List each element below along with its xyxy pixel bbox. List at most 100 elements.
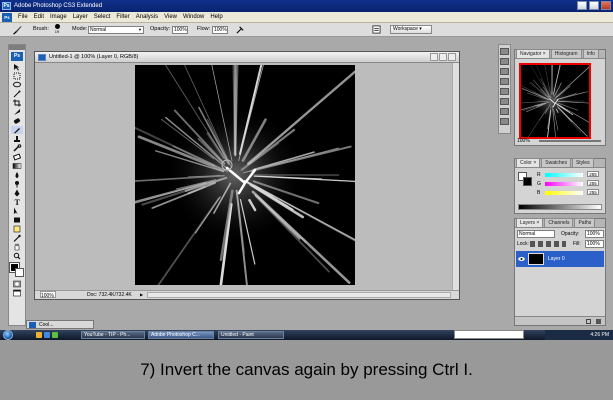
brush-preset-picker[interactable]: 19 <box>52 24 62 35</box>
document-close-button[interactable] <box>448 53 456 61</box>
app-menu-icon[interactable]: Ps <box>2 12 12 22</box>
gradient-tool-icon[interactable] <box>11 162 23 170</box>
pen-tool-icon[interactable] <box>11 189 23 197</box>
background-color-swatch[interactable] <box>15 268 24 277</box>
opacity-input[interactable]: 100% <box>172 26 188 34</box>
channel-r-value[interactable]: 255 <box>587 171 599 177</box>
document-maximize-button[interactable] <box>439 53 447 61</box>
document-title-bar[interactable]: Untitled-1 @ 100% (Layer 0, RGB/8) <box>35 52 459 63</box>
channel-r-slider[interactable] <box>545 173 583 177</box>
panel-icon[interactable] <box>500 58 509 65</box>
foreground-background-colors[interactable] <box>9 262 24 277</box>
canvas[interactable] <box>135 65 355 285</box>
minimized-window[interactable]: Cool... <box>26 320 94 329</box>
minimize-button[interactable] <box>577 1 587 10</box>
tab-swatches[interactable]: Swatches <box>541 158 571 167</box>
new-layer-icon[interactable] <box>586 319 591 324</box>
quick-launch-icon[interactable] <box>52 332 58 338</box>
eye-icon[interactable] <box>518 256 525 262</box>
airbrush-icon[interactable] <box>236 25 245 34</box>
navigator-thumbnail[interactable] <box>519 63 591 139</box>
tab-channels[interactable]: Channels <box>544 218 574 227</box>
zoom-level[interactable]: 100% <box>40 291 56 299</box>
flow-input[interactable]: 100% <box>212 26 228 34</box>
menu-file[interactable]: File <box>15 12 31 23</box>
tab-info[interactable]: Info <box>582 49 599 58</box>
channel-b-value[interactable]: 255 <box>587 189 599 195</box>
start-button[interactable] <box>3 330 13 340</box>
quick-mask-icon[interactable] <box>11 280 23 288</box>
panel-icon[interactable] <box>500 48 509 55</box>
tab-color[interactable]: Color × <box>516 158 541 167</box>
close-button[interactable] <box>601 1 611 10</box>
tab-navigator[interactable]: Navigator × <box>516 49 550 58</box>
lasso-tool-icon[interactable] <box>11 81 23 89</box>
menu-edit[interactable]: Edit <box>31 12 47 23</box>
layer-row[interactable]: Layer 0 <box>516 251 604 267</box>
type-tool-icon[interactable]: T <box>11 198 23 206</box>
healing-brush-tool-icon[interactable] <box>11 117 23 125</box>
vertical-scrollbar[interactable] <box>452 63 459 292</box>
shape-tool-icon[interactable] <box>11 216 23 224</box>
eraser-tool-icon[interactable] <box>11 153 23 161</box>
slice-tool-icon[interactable] <box>11 108 23 116</box>
layer-opacity-input[interactable]: 100% <box>585 230 604 238</box>
blend-mode-select[interactable]: Normal <box>517 230 555 238</box>
menu-analysis[interactable]: Analysis <box>133 12 161 23</box>
panel-icon[interactable] <box>500 78 509 85</box>
taskbar-item[interactable]: YouTube - TIP - Ph... <box>81 331 145 339</box>
menu-select[interactable]: Select <box>91 12 114 23</box>
crop-tool-icon[interactable] <box>11 99 23 107</box>
panel-icon[interactable] <box>500 98 509 105</box>
menu-image[interactable]: Image <box>47 12 70 23</box>
mode-select[interactable]: Normal ▼ <box>88 26 144 34</box>
quick-launch-icon[interactable] <box>36 332 42 338</box>
notes-tool-icon[interactable] <box>11 225 23 233</box>
workspace-button[interactable]: Workspace ▾ <box>390 25 432 34</box>
move-tool-icon[interactable] <box>11 63 23 71</box>
horizontal-scrollbar[interactable] <box>147 292 451 298</box>
taskbar-search-input[interactable] <box>454 330 524 339</box>
tab-layers[interactable]: Layers × <box>516 218 544 227</box>
tab-histogram[interactable]: Histogram <box>550 49 582 58</box>
path-selection-tool-icon[interactable] <box>11 207 23 215</box>
document-minimize-button[interactable] <box>430 53 438 61</box>
tab-paths[interactable]: Paths <box>574 218 596 227</box>
brush-tool-panel-icon[interactable] <box>11 126 23 134</box>
navigator-zoom[interactable]: 100% <box>517 138 530 144</box>
taskbar-item-active[interactable]: Adobe Photoshop C... <box>148 331 214 339</box>
maximize-button[interactable] <box>589 1 599 10</box>
channel-b-slider[interactable] <box>545 191 583 195</box>
trash-icon[interactable] <box>596 319 601 324</box>
clone-stamp-tool-icon[interactable] <box>11 135 23 143</box>
panel-icon[interactable] <box>500 108 509 115</box>
tools-panel-header[interactable] <box>9 45 25 50</box>
panel-icon[interactable] <box>500 88 509 95</box>
history-brush-tool-icon[interactable] <box>11 144 23 152</box>
taskbar-item[interactable]: Untitled - Paint <box>218 331 284 339</box>
channel-g-slider[interactable] <box>545 182 583 186</box>
color-panel-background-swatch[interactable] <box>523 177 532 186</box>
status-menu-arrow-icon[interactable]: ▶ <box>140 291 143 299</box>
layer-name[interactable]: Layer 0 <box>548 256 565 262</box>
zoom-tool-icon[interactable] <box>11 252 23 260</box>
menu-view[interactable]: View <box>161 12 180 23</box>
hand-tool-icon[interactable] <box>11 243 23 251</box>
panel-icon[interactable] <box>500 68 509 75</box>
brush-tool-icon[interactable] <box>12 25 22 35</box>
color-spectrum-bar[interactable] <box>518 204 602 210</box>
zoom-slider[interactable] <box>539 140 601 142</box>
dodge-tool-icon[interactable] <box>11 180 23 188</box>
menu-window[interactable]: Window <box>180 12 207 23</box>
menu-layer[interactable]: Layer <box>70 12 91 23</box>
clock[interactable]: 4:26 PM <box>590 332 609 338</box>
color-fg-bg-swatches[interactable] <box>518 172 532 186</box>
channel-g-value[interactable]: 255 <box>587 180 599 186</box>
lock-icons[interactable] <box>530 241 566 247</box>
eyedropper-tool-icon[interactable] <box>11 234 23 242</box>
fill-input[interactable]: 100% <box>585 240 604 248</box>
panel-icon[interactable] <box>500 118 509 125</box>
menu-help[interactable]: Help <box>207 12 225 23</box>
blur-tool-icon[interactable] <box>11 171 23 179</box>
palette-toggle-icon[interactable] <box>372 25 381 34</box>
